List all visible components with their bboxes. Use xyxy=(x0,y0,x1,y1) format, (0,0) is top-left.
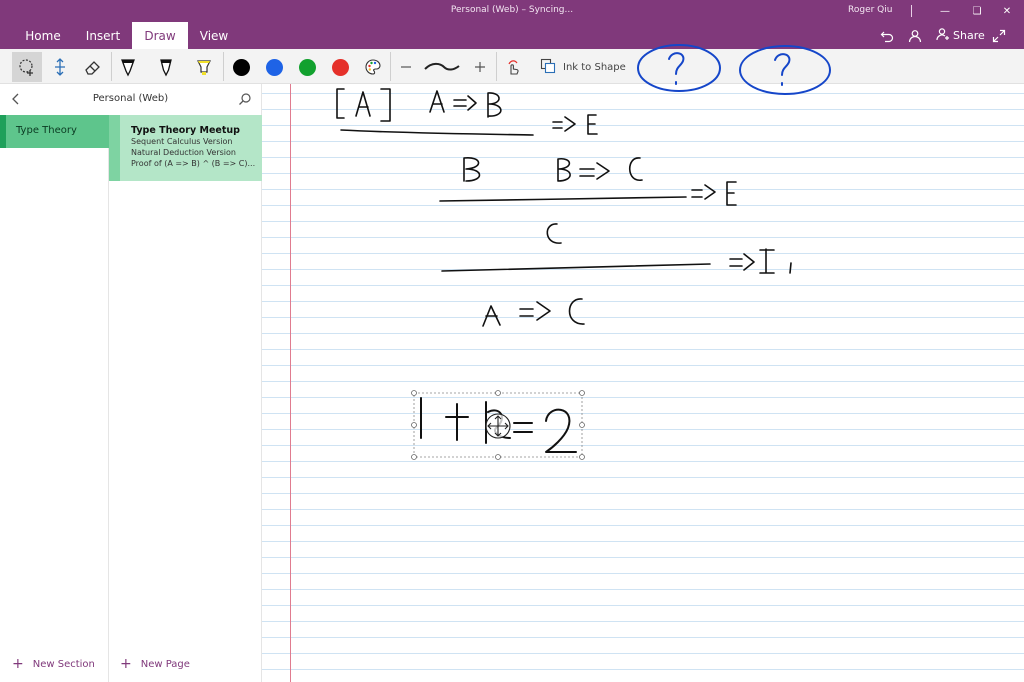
minimize-icon[interactable]: — xyxy=(928,0,962,22)
title-separator xyxy=(911,5,912,17)
search-icon[interactable] xyxy=(238,92,252,109)
toolbar-divider xyxy=(223,52,224,81)
add-space-icon[interactable] xyxy=(45,52,75,82)
new-section-button[interactable]: + New Section xyxy=(12,657,95,671)
new-page-button[interactable]: + New Page xyxy=(120,657,190,671)
toolbar-divider xyxy=(111,52,112,81)
ink-to-shape-button[interactable]: Ink to Shape xyxy=(540,57,626,77)
note-canvas[interactable] xyxy=(262,84,1024,682)
highlighter-icon[interactable] xyxy=(189,52,219,82)
section-item-type-theory[interactable]: Type Theory xyxy=(0,115,109,148)
pen-icon[interactable] xyxy=(151,52,181,82)
close-icon[interactable]: ✕ xyxy=(990,0,1024,22)
lasso-select-icon[interactable] xyxy=(12,52,42,82)
color-green-swatch[interactable] xyxy=(292,52,322,82)
ink-to-shape-icon xyxy=(540,58,556,77)
restore-icon[interactable]: ❏ xyxy=(960,0,994,22)
section-label: Type Theory xyxy=(16,125,77,136)
user-name[interactable]: Roger Qiu xyxy=(848,5,892,15)
expand-icon[interactable] xyxy=(992,22,1006,49)
page-preview-line: Natural Deduction Version xyxy=(131,148,236,157)
green-dot xyxy=(298,58,316,76)
share-button[interactable]: Share xyxy=(936,22,985,49)
ink-to-shape-label: Ink to Shape xyxy=(563,61,626,73)
touch-draw-icon[interactable] xyxy=(498,52,528,82)
blue-dot xyxy=(265,58,283,76)
share-label: Share xyxy=(953,29,985,42)
color-blue-swatch[interactable] xyxy=(259,52,289,82)
thickness-increase-icon[interactable] xyxy=(465,52,495,82)
page-title: Type Theory Meetup xyxy=(131,125,240,136)
plus-icon: + xyxy=(12,656,24,672)
palette-icon[interactable] xyxy=(358,52,388,82)
back-chevron-icon[interactable] xyxy=(10,92,22,109)
sections-list: Type Theory xyxy=(0,115,109,682)
page-preview-line: Sequent Calculus Version xyxy=(131,137,233,146)
stroke-preview-icon xyxy=(420,52,464,82)
page-preview-line: Proof of (A => B) ^ (B => C)... xyxy=(131,159,256,168)
navigation-header: Personal (Web) xyxy=(0,84,262,115)
page-margin-line xyxy=(290,84,291,682)
pen-black-icon[interactable] xyxy=(113,52,143,82)
section-color-bar xyxy=(0,115,6,148)
plus-icon: + xyxy=(120,656,132,672)
pages-list: Type Theory Meetup Sequent Calculus Vers… xyxy=(109,115,262,682)
notebook-title[interactable]: Personal (Web) xyxy=(30,93,231,104)
draw-toolbar: Ink to Shape xyxy=(0,49,1024,84)
thickness-decrease-icon[interactable] xyxy=(391,52,421,82)
black-dot xyxy=(232,58,250,76)
share-icon xyxy=(936,27,950,44)
color-red-swatch[interactable] xyxy=(325,52,355,82)
eraser-icon[interactable] xyxy=(78,52,108,82)
new-section-label: New Section xyxy=(32,658,95,670)
red-dot xyxy=(331,58,349,76)
person-icon[interactable] xyxy=(908,22,922,49)
page-item-type-theory-meetup[interactable]: Type Theory Meetup Sequent Calculus Vers… xyxy=(109,115,262,181)
tab-home[interactable]: Home xyxy=(18,22,68,49)
toolbar-divider xyxy=(496,52,497,81)
undo-icon[interactable] xyxy=(880,22,894,49)
tab-insert[interactable]: Insert xyxy=(77,22,129,49)
color-black-swatch[interactable] xyxy=(226,52,256,82)
tab-draw[interactable]: Draw xyxy=(132,22,188,49)
ribbon-tabs: Home Insert Draw View Share xyxy=(0,22,1024,49)
page-color-bar xyxy=(109,115,120,181)
new-page-label: New Page xyxy=(140,658,190,670)
tab-view[interactable]: View xyxy=(192,22,236,49)
title-bar: Personal (Web) – Syncing... Roger Qiu — … xyxy=(0,0,1024,22)
